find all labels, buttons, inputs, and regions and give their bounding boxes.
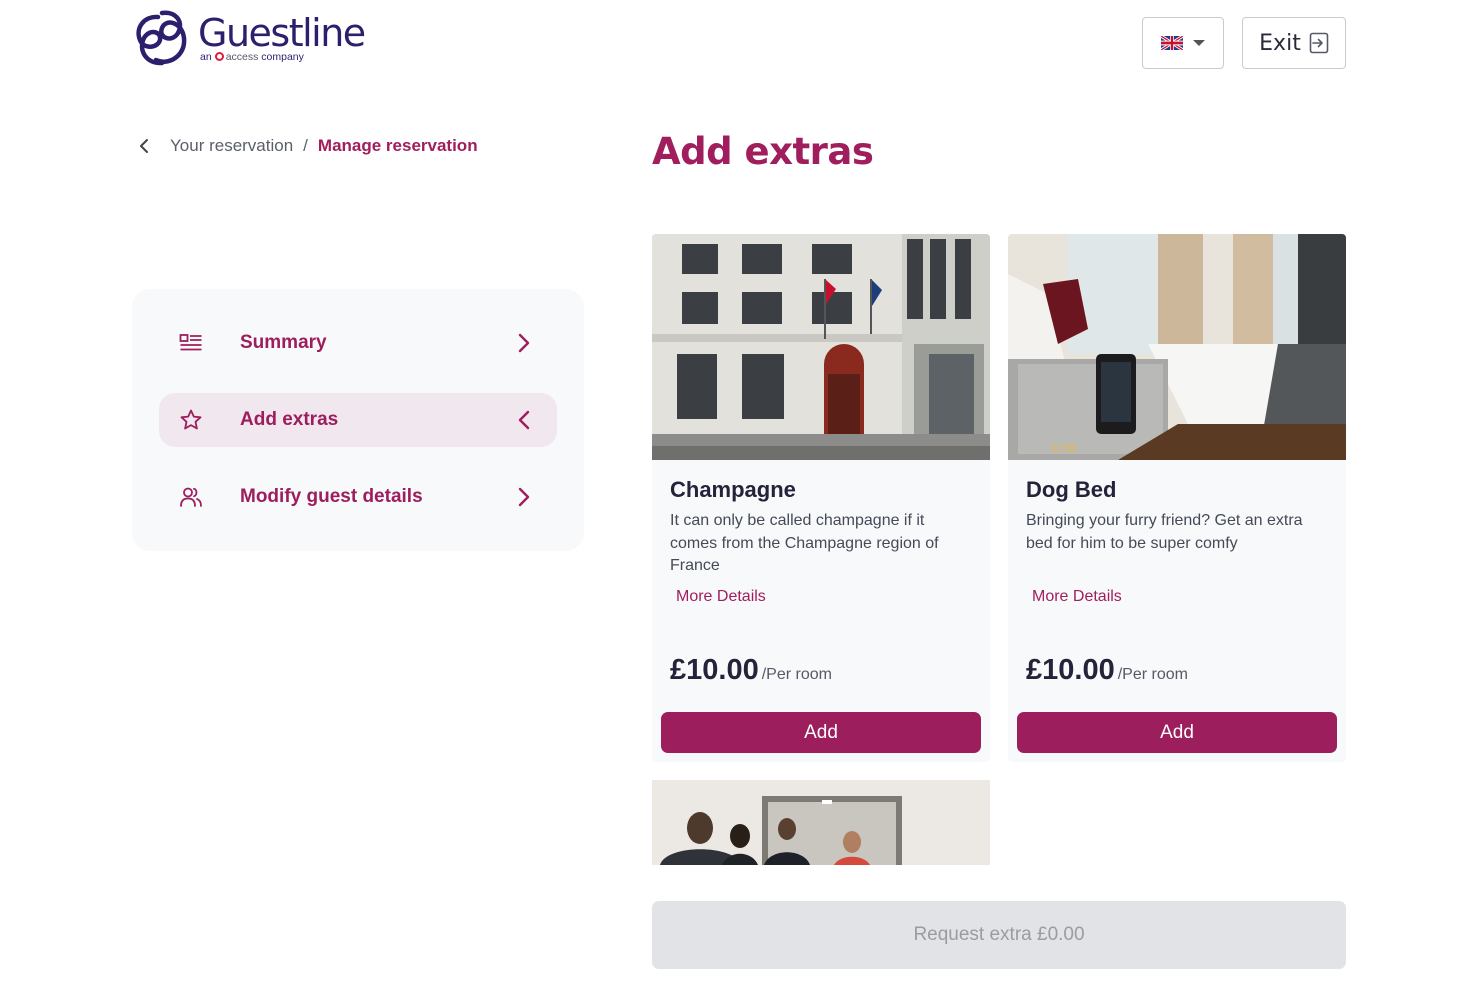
logo-tagline-company: company xyxy=(261,51,304,63)
guestline-logo-mark-icon xyxy=(136,10,187,66)
exit-label: Exit xyxy=(1259,30,1301,56)
logo-tagline: an access company xyxy=(200,52,304,63)
exit-button[interactable]: Exit xyxy=(1242,17,1346,69)
extra-description: It can only be called champagne if it co… xyxy=(670,512,939,574)
breadcrumb-manage-reservation: Manage reservation xyxy=(317,136,478,155)
price-unit: /Per room xyxy=(761,666,832,683)
price-value: £10.00 xyxy=(1026,654,1115,686)
price-unit: /Per room xyxy=(1117,666,1188,683)
star-icon xyxy=(180,409,202,430)
more-details-link[interactable]: More Details xyxy=(1032,588,1122,606)
chevron-left-icon xyxy=(518,410,530,430)
chevron-left-icon[interactable] xyxy=(138,134,158,158)
extra-price: £10.00 /Per room xyxy=(670,654,832,687)
access-dot-icon xyxy=(214,52,224,61)
request-extra-button[interactable]: Request extra £0.00 xyxy=(652,901,1346,969)
extra-card-dog-bed: 1238 Dog Bed Bringing your furry friend?… xyxy=(1008,234,1346,762)
extra-title: Dog Bed xyxy=(1026,477,1117,502)
caret-down-icon xyxy=(1193,40,1205,46)
extra-card-partial xyxy=(652,780,990,865)
add-champagne-button[interactable]: Add xyxy=(661,712,981,753)
svg-text:1238: 1238 xyxy=(1050,442,1077,455)
hotel-facade-photo xyxy=(652,234,990,460)
more-details-link[interactable]: More Details xyxy=(676,588,766,606)
extra-card-champagne: Champagne It can only be called champagn… xyxy=(652,234,990,762)
chevron-right-icon xyxy=(518,333,530,353)
menu-label-summary: Summary xyxy=(240,332,327,353)
breadcrumb-your-reservation[interactable]: Your reservation xyxy=(170,136,293,156)
breadcrumb: Your reservation / Manage reservation xyxy=(138,134,478,158)
extra-title: Champagne xyxy=(670,477,796,502)
summary-list-icon xyxy=(179,334,202,351)
logo-tagline-an: an xyxy=(200,51,212,63)
breadcrumb-separator: / xyxy=(303,136,308,155)
chevron-right-icon xyxy=(518,487,530,507)
language-selector[interactable] xyxy=(1142,17,1224,69)
price-value: £10.00 xyxy=(670,654,759,686)
reception-people-photo xyxy=(652,780,990,865)
menu-item-modify-guest-details[interactable]: Modify guest details xyxy=(159,470,557,524)
menu-label-modify-guest-details: Modify guest details xyxy=(240,486,423,507)
guests-icon xyxy=(180,487,202,507)
menu-item-add-extras[interactable]: Add extras xyxy=(159,393,557,447)
reservation-side-menu: Summary Add extras Modify guest details xyxy=(132,289,584,551)
menu-label-add-extras: Add extras xyxy=(240,409,339,430)
uk-flag-icon xyxy=(1161,36,1183,50)
extra-price: £10.00 /Per room xyxy=(1026,654,1188,687)
add-dog-bed-button[interactable]: Add xyxy=(1017,712,1337,753)
exit-icon xyxy=(1309,32,1329,54)
menu-item-summary[interactable]: Summary xyxy=(159,316,557,370)
logo-wordmark: Guestline xyxy=(198,11,366,55)
guestline-logo[interactable]: Guestline an access company xyxy=(132,8,402,70)
logo-tagline-access: access xyxy=(225,51,259,63)
page-title: Add extras xyxy=(652,130,874,173)
hotel-room-photo: 1238 xyxy=(1008,234,1346,460)
extra-description: Bringing your furry friend? Get an extra… xyxy=(1026,512,1303,552)
